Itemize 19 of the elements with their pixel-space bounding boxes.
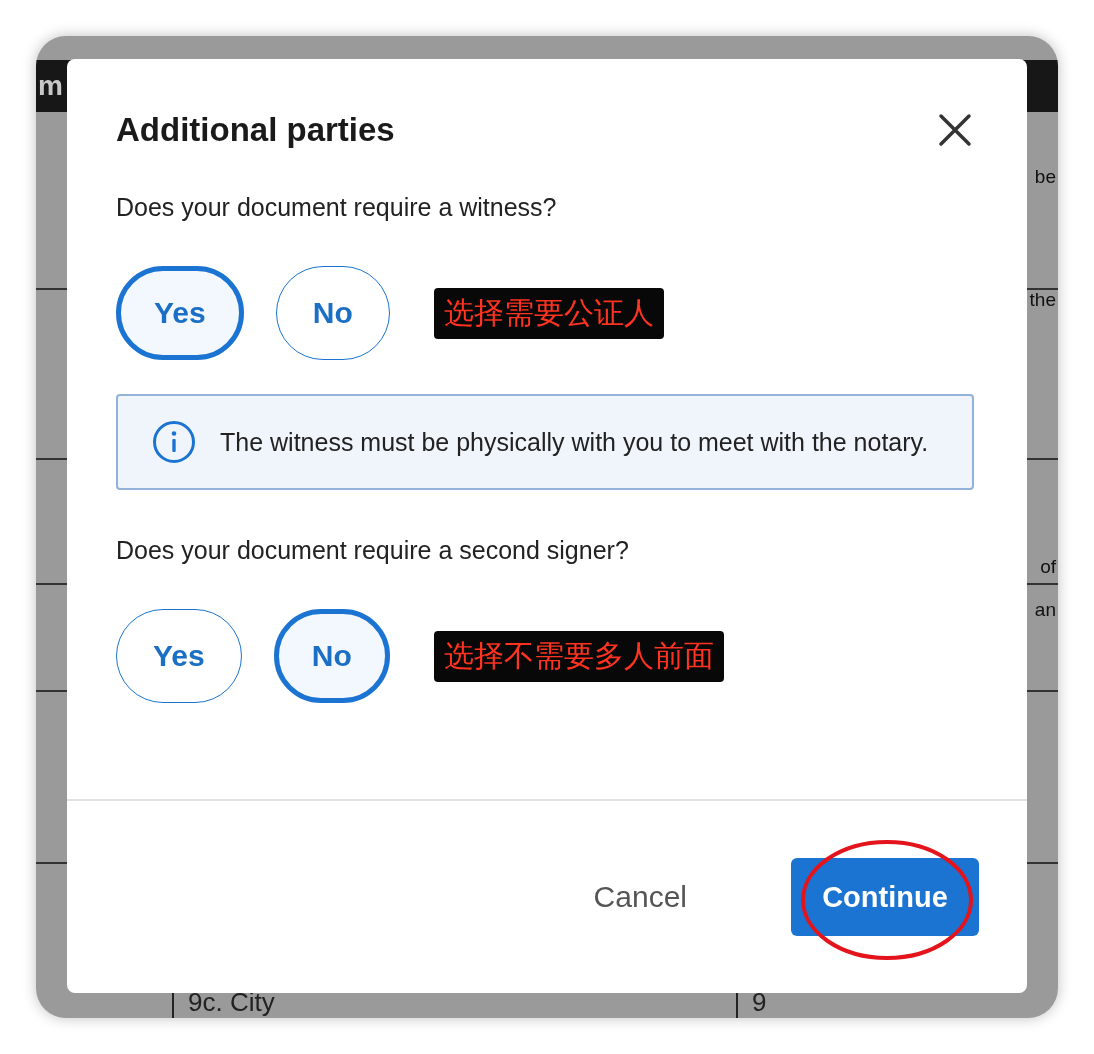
option-button[interactable]: No xyxy=(275,266,390,360)
continue-button[interactable]: Continue xyxy=(791,858,979,936)
header-text: m xyxy=(38,70,63,102)
info-text: The witness must be physically with you to meet with the notary. xyxy=(220,427,929,458)
question-text: Does your document require a witness? xyxy=(116,193,558,222)
annotation-label: 选择需要公证人 xyxy=(433,287,664,339)
question-text: Does your document require a second signer? xyxy=(116,536,630,565)
document-text: the xyxy=(1029,289,1056,311)
close-icon[interactable] xyxy=(938,113,972,147)
document-text: be xyxy=(1034,166,1056,188)
option-button[interactable]: Yes xyxy=(116,609,242,703)
cancel-button[interactable]: Cancel xyxy=(593,874,687,920)
document-text: an xyxy=(1034,599,1056,621)
option-button[interactable]: Yes xyxy=(116,266,244,360)
info-icon xyxy=(152,420,196,464)
option-button[interactable]: No xyxy=(273,609,390,703)
dialog-title: Additional parties xyxy=(116,111,395,149)
document-text: of xyxy=(1040,556,1056,578)
annotation-label: 选择不需要多人前面 xyxy=(433,630,724,682)
